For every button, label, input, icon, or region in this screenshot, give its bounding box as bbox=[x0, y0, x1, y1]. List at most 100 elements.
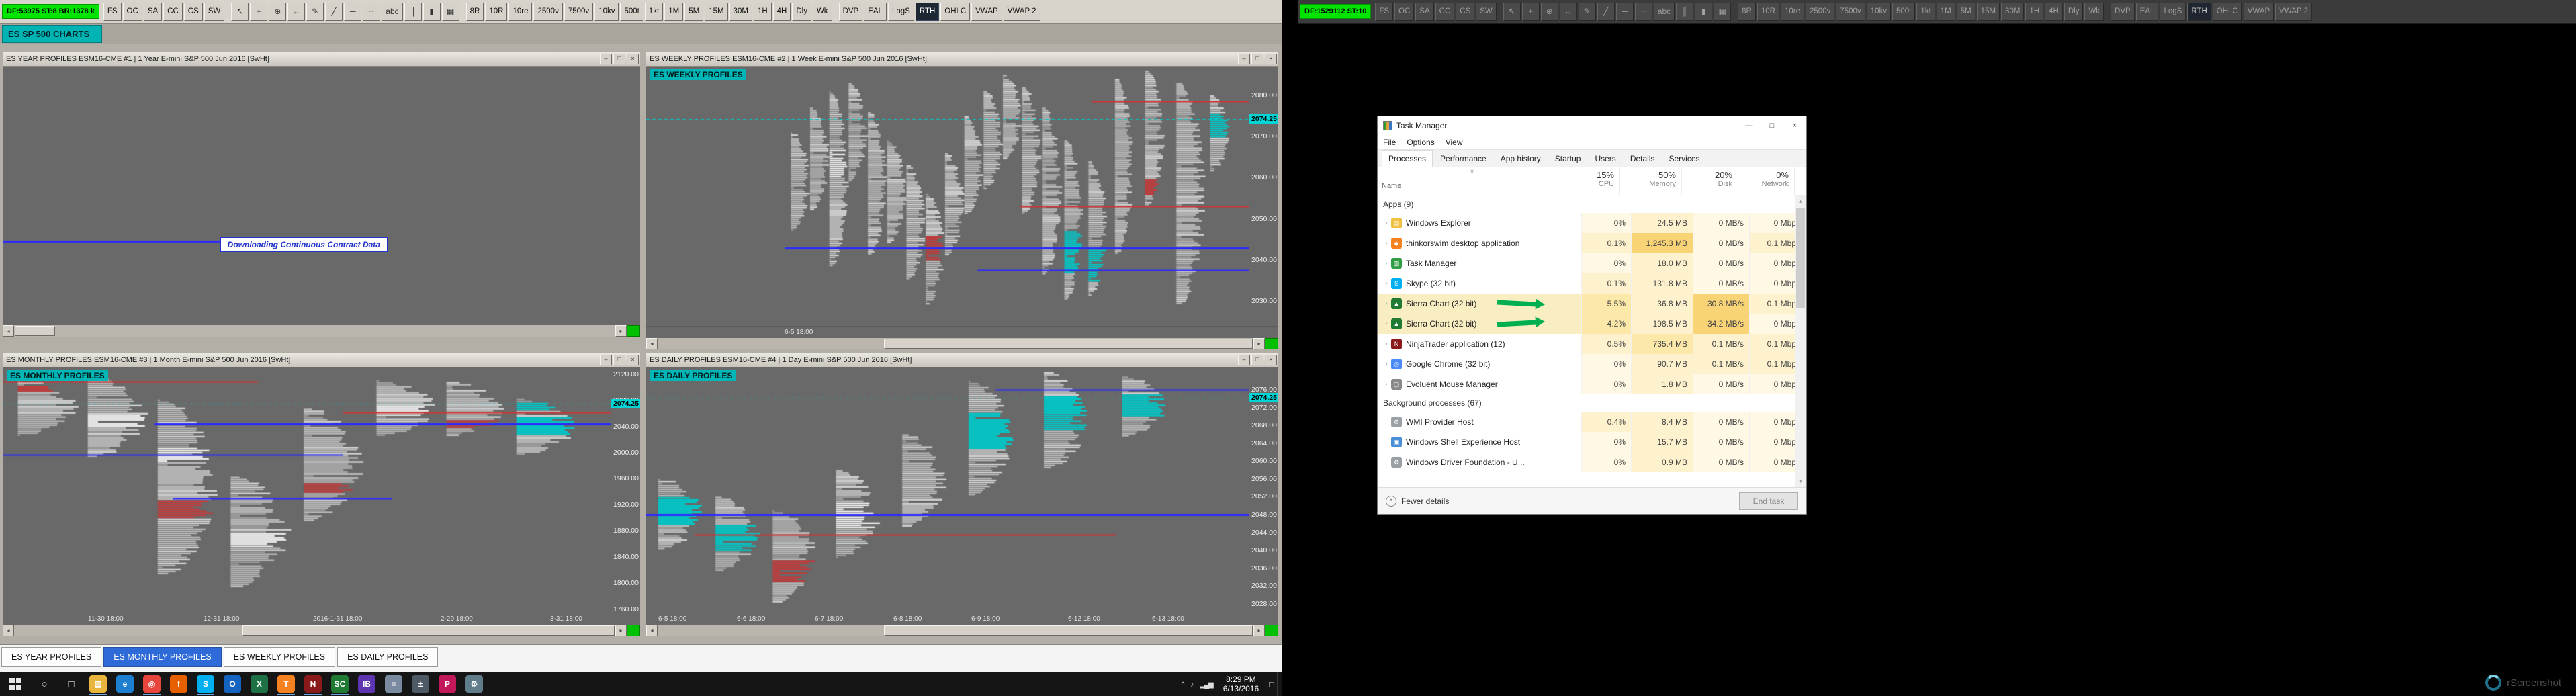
chart-corner-button[interactable] bbox=[1265, 338, 1278, 349]
timeframe-button-4h[interactable]: 4H bbox=[2045, 2, 2063, 21]
timeframe-button-5m[interactable]: 5M bbox=[684, 2, 704, 21]
toolbar-button-fs[interactable]: FS bbox=[1375, 2, 1394, 21]
trendline-icon[interactable]: ╱ bbox=[1597, 2, 1615, 21]
text-annotation-icon[interactable]: abc bbox=[1653, 2, 1675, 21]
profile-style-icon[interactable]: ▦ bbox=[441, 2, 459, 21]
pencil-draw-icon[interactable]: ✎ bbox=[1578, 2, 1596, 21]
crosshair-icon[interactable]: + bbox=[1521, 2, 1540, 21]
panel-close-button[interactable]: × bbox=[627, 354, 639, 365]
weekly-profile-chart-canvas[interactable] bbox=[646, 67, 1249, 326]
timeframe-button-15m[interactable]: 15M bbox=[1976, 2, 2000, 21]
pointer-icon[interactable]: ↖ bbox=[1503, 2, 1521, 21]
dashed-line-icon[interactable]: ┈ bbox=[363, 2, 381, 21]
timeframe-button-7500v[interactable]: 7500v bbox=[564, 2, 594, 21]
horizontal-scrollbar[interactable]: ◂ ▸ bbox=[3, 625, 640, 636]
panel-close-button[interactable]: × bbox=[1265, 53, 1277, 64]
panel-titlebar[interactable]: ES MONTHLY PROFILES ESM16-CME #3 | 1 Mon… bbox=[3, 353, 640, 367]
horizontal-scale-icon[interactable]: ↔ bbox=[287, 2, 306, 21]
timeframe-button-10kv[interactable]: 10kv bbox=[1866, 2, 1891, 21]
scroll-left-button[interactable]: ◂ bbox=[646, 625, 658, 636]
menu-file[interactable]: File bbox=[1383, 138, 1396, 147]
price-scale[interactable]: 2080.00 2070.00 2060.00 2050.00 2040.00 2030.… bbox=[1249, 67, 1278, 326]
horizontal-scrollbar[interactable]: ◂ ▸ bbox=[646, 338, 1278, 349]
timeframe-button-30m[interactable]: 30M bbox=[729, 2, 752, 21]
scroll-right-button[interactable]: ▸ bbox=[615, 325, 627, 337]
end-task-button[interactable]: End task bbox=[1739, 492, 1798, 510]
scroll-up-button[interactable]: ▲ bbox=[1795, 195, 1806, 207]
timeframe-button-15m[interactable]: 15M bbox=[705, 2, 728, 21]
scroll-right-button[interactable]: ▸ bbox=[615, 625, 627, 636]
process-group-header[interactable]: Apps (9) bbox=[1378, 195, 1806, 213]
study-button-dvp[interactable]: DVP bbox=[838, 2, 863, 21]
horizontal-scrollbar[interactable]: ◂ ▸ bbox=[3, 325, 640, 337]
taskbar-sierra-chart[interactable]: SC bbox=[326, 672, 353, 696]
process-row-windows-shell-experience-host[interactable]: ▣ Windows Shell Experience Host 0% 15.7 MB 0… bbox=[1378, 432, 1806, 452]
panel-minimize-button[interactable]: – bbox=[1238, 354, 1250, 365]
process-row-windows-driver-foundation-u[interactable]: ⚙ Windows Driver Foundation - U... 0% 0.9 M… bbox=[1378, 452, 1806, 472]
toolbar-button-cc[interactable]: CC bbox=[1435, 2, 1455, 21]
timeframe-button-1kt[interactable]: 1kt bbox=[1916, 2, 1935, 21]
toolbar-button-vwap[interactable]: VWAP bbox=[971, 2, 1002, 21]
price-scale[interactable]: 2076.00 2072.00 2068.00 2064.00 2060.00 2056.… bbox=[1249, 367, 1278, 613]
profile-style-icon[interactable]: ▦ bbox=[1714, 2, 1732, 21]
show-desktop-button[interactable] bbox=[1277, 672, 1282, 696]
column-header-name[interactable]: ∨ Name bbox=[1378, 167, 1570, 195]
maximize-button[interactable]: □ bbox=[1761, 116, 1783, 135]
study-button-eal[interactable]: EAL bbox=[2135, 2, 2159, 21]
panel-titlebar[interactable]: ES WEEKLY PROFILES ESM16-CME #2 | 1 Week… bbox=[646, 52, 1278, 67]
panel-maximize-button[interactable]: □ bbox=[1251, 53, 1263, 64]
panel-maximize-button[interactable]: □ bbox=[1251, 354, 1263, 365]
hidden-icons-chevron[interactable]: ^ bbox=[1182, 681, 1185, 689]
taskbar-calculator[interactable]: ± bbox=[407, 672, 434, 696]
process-group-header[interactable]: Background processes (67) bbox=[1378, 394, 1806, 412]
expander-icon[interactable]: › bbox=[1382, 259, 1391, 267]
action-center-icon[interactable]: □ bbox=[1269, 679, 1274, 689]
toolbar-button-vwap-2[interactable]: VWAP 2 bbox=[1003, 2, 1040, 21]
panel-maximize-button[interactable]: □ bbox=[613, 53, 625, 64]
study-button-eal[interactable]: EAL bbox=[864, 2, 887, 21]
zoom-icon[interactable]: ⊕ bbox=[269, 2, 287, 21]
toolbar-button-vwap[interactable]: VWAP bbox=[2243, 2, 2274, 21]
scrollbar-thumb[interactable] bbox=[884, 339, 1253, 349]
chartbook-title[interactable]: ES SP 500 CHARTS bbox=[2, 24, 103, 43]
dashed-line-icon[interactable]: ┈ bbox=[1634, 2, 1652, 21]
tm-tab-services[interactable]: Services bbox=[1662, 150, 1707, 167]
toolbar-button-cs[interactable]: CS bbox=[183, 2, 203, 21]
timeframe-button-500t[interactable]: 500t bbox=[620, 2, 643, 21]
taskbar-firefox[interactable]: f bbox=[165, 672, 192, 696]
tm-tab-users[interactable]: Users bbox=[1588, 150, 1622, 167]
tm-tab-app-history[interactable]: App history bbox=[1494, 150, 1548, 167]
trendline-icon[interactable]: ╱ bbox=[325, 2, 343, 21]
process-row-skype-32-bit[interactable]: › S Skype (32 bit) 0.1% 131.8 MB 0 MB/s 0 Mbps bbox=[1378, 273, 1806, 294]
taskbar-notepad[interactable]: ≡ bbox=[380, 672, 407, 696]
horizontal-scale-icon[interactable]: ↔ bbox=[1559, 2, 1577, 21]
price-scale[interactable]: 2120.002080.002040.002000.001960.001920.… bbox=[611, 367, 640, 613]
panel-titlebar[interactable]: ES DAILY PROFILES ESM16-CME #4 | 1 Day E… bbox=[646, 353, 1278, 367]
toolbar-button-rth[interactable]: RTH bbox=[2187, 2, 2211, 21]
timeframe-button-8r[interactable]: 8R bbox=[1738, 2, 1756, 21]
toolbar-button-oc[interactable]: OC bbox=[122, 2, 142, 21]
expander-icon[interactable]: › bbox=[1382, 300, 1391, 308]
toolbar-button-sa[interactable]: SA bbox=[143, 2, 163, 21]
pointer-icon[interactable]: ↖ bbox=[231, 2, 249, 21]
taskbar-skype[interactable]: S bbox=[192, 672, 219, 696]
scrollbar-track[interactable] bbox=[658, 338, 1253, 349]
menu-options[interactable]: Options bbox=[1407, 138, 1434, 147]
study-button-dvp[interactable]: DVP bbox=[2111, 2, 2135, 21]
tm-tab-details[interactable]: Details bbox=[1624, 150, 1662, 167]
timeframe-button-500t[interactable]: 500t bbox=[1892, 2, 1916, 21]
panel-minimize-button[interactable]: – bbox=[600, 53, 612, 64]
tm-tab-performance[interactable]: Performance bbox=[1433, 150, 1493, 167]
study-button-logs[interactable]: LogS bbox=[887, 2, 914, 21]
taskbar-edge-browser[interactable]: e bbox=[112, 672, 138, 696]
study-button-logs[interactable]: LogS bbox=[2160, 2, 2186, 21]
timeframe-button-dly[interactable]: Dly bbox=[792, 2, 811, 21]
toolbar-button-ohlc[interactable]: OHLC bbox=[940, 2, 971, 21]
taskbar-settings[interactable]: ⚙ bbox=[461, 672, 488, 696]
scrollbar-track[interactable] bbox=[658, 625, 1253, 636]
scroll-left-button[interactable]: ◂ bbox=[646, 338, 658, 349]
timeframe-button-2500v[interactable]: 2500v bbox=[533, 2, 563, 21]
expander-icon[interactable]: › bbox=[1382, 380, 1391, 388]
process-row-google-chrome-32-bit[interactable]: › ◎ Google Chrome (32 bit) 0% 90.7 MB 0.1 MB/… bbox=[1378, 354, 1806, 374]
expander-icon[interactable]: › bbox=[1382, 279, 1391, 288]
